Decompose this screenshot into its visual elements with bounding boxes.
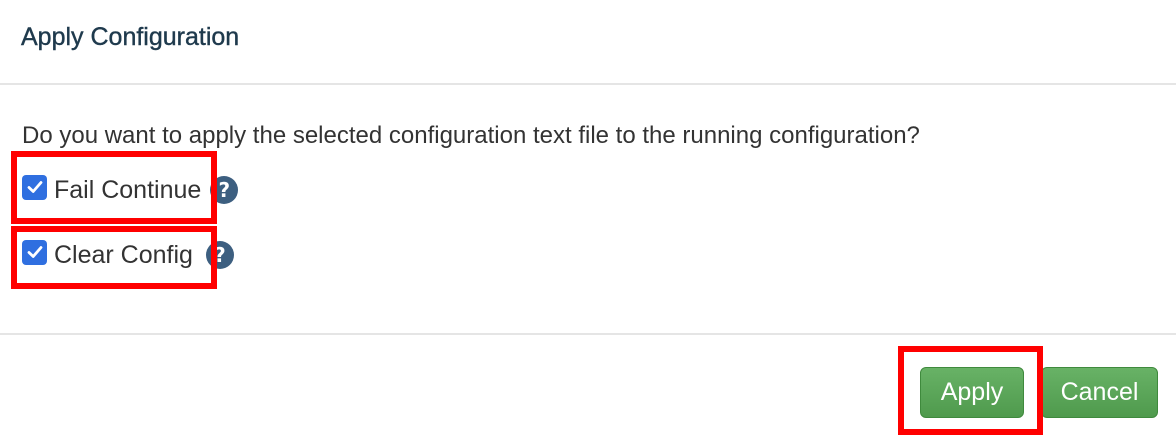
modal-footer: Apply Cancel <box>0 333 1176 438</box>
clear-config-option: Clear Config ? <box>22 237 234 273</box>
checkmark-icon <box>27 181 42 193</box>
clear-config-label[interactable]: Clear Config <box>54 237 193 273</box>
cancel-button[interactable]: Cancel <box>1041 367 1158 418</box>
apply-button[interactable]: Apply <box>920 367 1024 418</box>
fail-continue-label[interactable]: Fail Continue <box>54 172 201 208</box>
fail-continue-checkbox[interactable] <box>22 174 47 200</box>
confirmation-question: Do you want to apply the selected config… <box>22 122 920 149</box>
modal-header: Apply Configuration <box>0 0 1176 85</box>
dialog-title: Apply Configuration <box>21 23 240 51</box>
checkmark-icon <box>27 246 42 258</box>
clear-config-checkbox[interactable] <box>22 239 47 265</box>
question-circle-icon[interactable]: ? <box>210 176 239 204</box>
question-circle-icon[interactable]: ? <box>205 241 234 269</box>
modal-body: Do you want to apply the selected config… <box>0 85 1176 333</box>
fail-continue-option: Fail Continue ? <box>22 172 239 208</box>
